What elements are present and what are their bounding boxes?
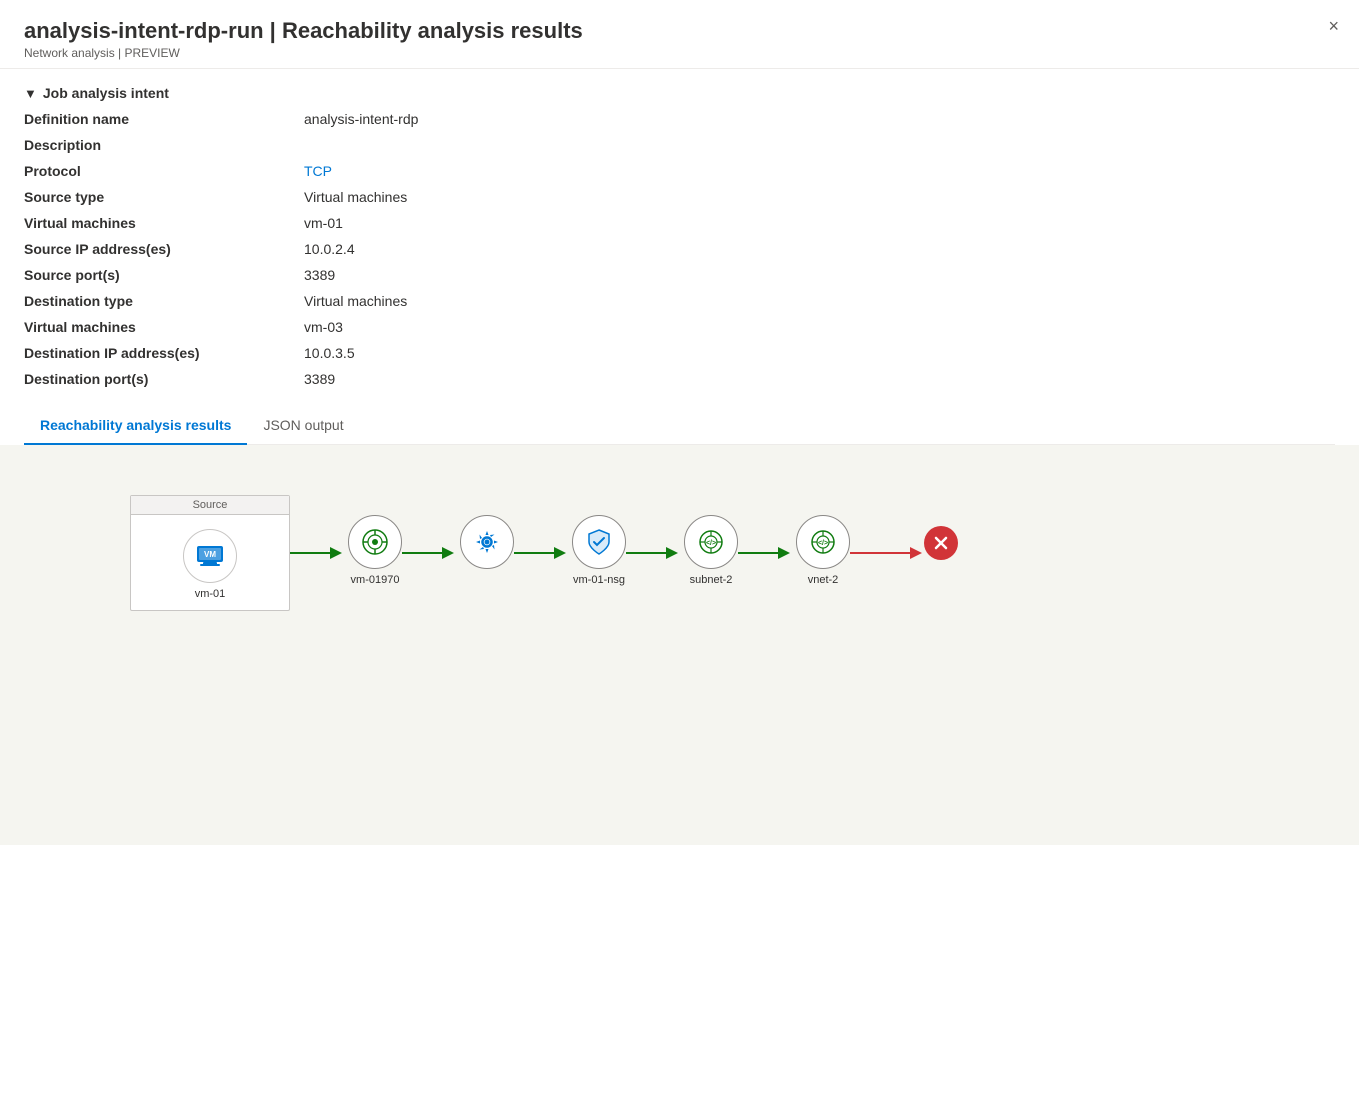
section-label: Job analysis intent <box>43 85 169 101</box>
vm-01970-label: vm-01970 <box>351 574 400 586</box>
value-destination-vms: vm-03 <box>304 319 343 335</box>
page-subtitle: Network analysis | PREVIEW <box>24 46 1335 60</box>
arrow-3 <box>626 543 686 563</box>
value-source-ports: 3389 <box>304 267 335 283</box>
gear-icon <box>472 527 502 557</box>
label-destination-type: Destination type <box>24 293 304 309</box>
value-source-type: Virtual machines <box>304 189 407 205</box>
vnet-circle: </> <box>796 515 850 569</box>
subnet-circle: </> <box>684 515 738 569</box>
label-source-type: Source type <box>24 189 304 205</box>
field-source-vms: Virtual machines vm-01 <box>24 215 1335 231</box>
vnet-label: vnet-2 <box>808 574 839 586</box>
arrow-1 <box>402 543 462 563</box>
label-source-ports: Source port(s) <box>24 267 304 283</box>
field-destination-vms: Virtual machines vm-03 <box>24 319 1335 335</box>
value-source-ip: 10.0.2.4 <box>304 241 355 257</box>
field-description: Description <box>24 137 1335 153</box>
x-icon <box>932 534 950 552</box>
nic-icon <box>359 526 391 558</box>
arrow-5 <box>850 543 930 563</box>
field-definition-name: Definition name analysis-intent-rdp <box>24 111 1335 127</box>
vnet-icon: </> <box>808 527 838 557</box>
diagram-area: Source VM vm-01 <box>0 445 1359 845</box>
field-destination-ip: Destination IP address(es) 10.0.3.5 <box>24 345 1335 361</box>
subnet-icon: </> <box>696 527 726 557</box>
label-destination-vms: Virtual machines <box>24 319 304 335</box>
vm-01-label: vm-01 <box>195 588 226 600</box>
label-source-vms: Virtual machines <box>24 215 304 231</box>
source-node-wrapper: VM vm-01 <box>131 515 289 610</box>
diagram-inner: Source VM vm-01 <box>0 445 1359 845</box>
vm-01970-circle <box>348 515 402 569</box>
vm-01-circle: VM <box>183 529 237 583</box>
gear-circle <box>460 515 514 569</box>
label-definition-name: Definition name <box>24 111 304 127</box>
nsg-circle <box>572 515 626 569</box>
field-source-ip: Source IP address(es) 10.0.2.4 <box>24 241 1335 257</box>
main-panel: analysis-intent-rdp-run | Reachability a… <box>0 0 1359 1120</box>
field-protocol: Protocol TCP <box>24 163 1335 179</box>
field-destination-ports: Destination port(s) 3389 <box>24 371 1335 387</box>
svg-text:</>: </> <box>706 540 716 547</box>
tabs-container: Reachability analysis results JSON outpu… <box>24 407 1335 445</box>
content-area: ▼ Job analysis intent Definition name an… <box>0 69 1359 445</box>
value-protocol[interactable]: TCP <box>304 163 332 179</box>
node-vnet: </> vnet-2 <box>796 515 850 586</box>
svg-text:</>: </> <box>818 540 828 547</box>
page-title: analysis-intent-rdp-run | Reachability a… <box>24 18 1335 44</box>
value-destination-type: Virtual machines <box>304 293 407 309</box>
tab-reachability[interactable]: Reachability analysis results <box>24 407 247 445</box>
value-destination-ip: 10.0.3.5 <box>304 345 355 361</box>
end-node <box>924 526 958 560</box>
node-nsg: vm-01-nsg <box>572 515 626 586</box>
fields-container: Definition name analysis-intent-rdp Desc… <box>24 111 1335 387</box>
source-box: Source VM vm-01 <box>130 495 290 611</box>
arrow-0 <box>290 543 350 563</box>
arrow-4 <box>738 543 798 563</box>
shield-icon <box>585 528 613 556</box>
toggle-arrow-icon: ▼ <box>24 86 37 101</box>
subnet-label: subnet-2 <box>690 574 733 586</box>
value-destination-ports: 3389 <box>304 371 335 387</box>
job-analysis-toggle[interactable]: ▼ Job analysis intent <box>24 85 1335 101</box>
node-subnet: </> subnet-2 <box>684 515 738 586</box>
label-protocol: Protocol <box>24 163 304 179</box>
label-source-ip: Source IP address(es) <box>24 241 304 257</box>
value-source-vms: vm-01 <box>304 215 343 231</box>
field-destination-type: Destination type Virtual machines <box>24 293 1335 309</box>
nsg-label: vm-01-nsg <box>573 574 625 586</box>
node-gear <box>460 515 514 574</box>
close-button[interactable]: × <box>1328 16 1339 37</box>
arrow-2 <box>514 543 574 563</box>
source-box-label: Source <box>131 496 289 515</box>
label-description: Description <box>24 137 304 153</box>
field-source-type: Source type Virtual machines <box>24 189 1335 205</box>
header: analysis-intent-rdp-run | Reachability a… <box>0 0 1359 69</box>
tab-json[interactable]: JSON output <box>247 407 359 445</box>
label-destination-ip: Destination IP address(es) <box>24 345 304 361</box>
node-vm-01970: vm-01970 <box>348 515 402 586</box>
value-definition-name: analysis-intent-rdp <box>304 111 418 127</box>
svg-text:VM: VM <box>204 550 216 559</box>
field-source-ports: Source port(s) 3389 <box>24 267 1335 283</box>
vm-icon: VM <box>195 544 225 568</box>
label-destination-ports: Destination port(s) <box>24 371 304 387</box>
